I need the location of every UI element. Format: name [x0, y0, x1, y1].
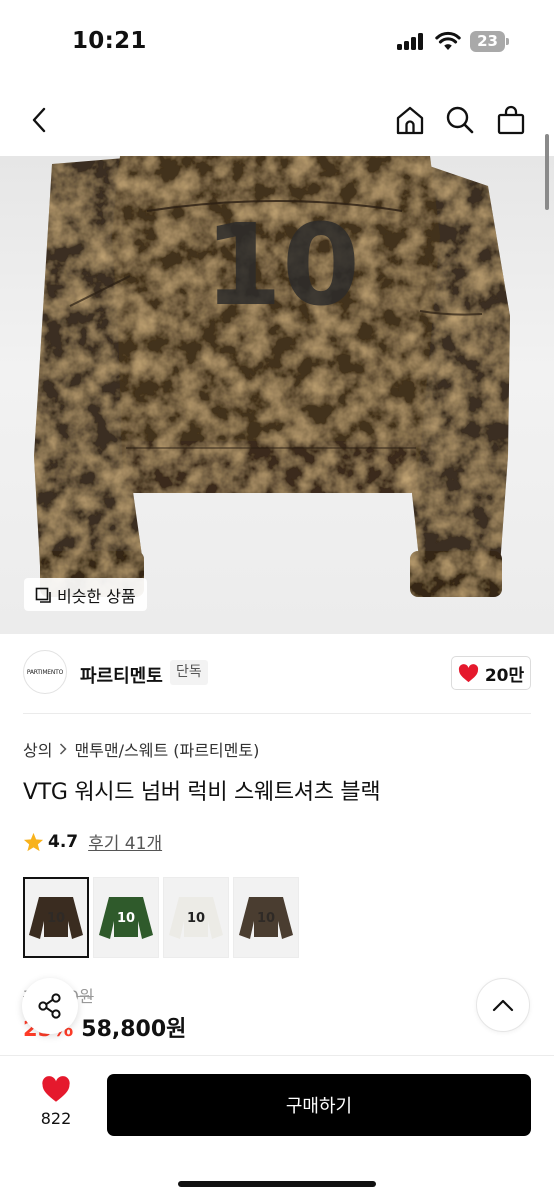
color-variant-white[interactable]: 10: [163, 877, 229, 958]
breadcrumb-item-category[interactable]: 상의: [23, 737, 52, 761]
status-time: 10:21: [72, 28, 147, 54]
brand-like-count: 20만: [484, 665, 525, 686]
rating-row: 4.7 후기 41개: [23, 829, 162, 854]
chevron-right-icon: [60, 743, 68, 755]
breadcrumb: 상의 맨투맨/스웨트 (파르티멘토): [23, 737, 259, 761]
wifi-icon: [435, 31, 461, 50]
color-variants: 10 10 10 10: [23, 877, 299, 958]
wishlist-button[interactable]: 822: [24, 1076, 88, 1136]
buy-button[interactable]: 구매하기: [107, 1074, 531, 1136]
svg-text:10: 10: [47, 911, 65, 926]
heart-filled-icon: [42, 1076, 70, 1102]
brand-row: PARTIMENTO 파르티멘토 단독 20만: [0, 640, 554, 712]
bottom-action-bar: 822 구매하기: [0, 1055, 554, 1200]
home-button[interactable]: [390, 100, 430, 140]
wishlist-count: 822: [40, 1109, 72, 1128]
search-button[interactable]: [440, 100, 480, 140]
home-indicator: [178, 1181, 376, 1187]
battery-icon: 23: [470, 31, 510, 52]
product-image[interactable]: 10: [0, 156, 554, 634]
shopping-bag-icon: [497, 105, 525, 135]
sweatshirt-thumbnail: 10: [29, 896, 83, 939]
sweatshirt-thumbnail: 10: [239, 896, 293, 939]
back-button[interactable]: [20, 100, 60, 140]
review-link[interactable]: 후기 41개: [88, 829, 162, 854]
scroll-indicator: [545, 134, 549, 210]
battery-level: 23: [477, 32, 498, 50]
brand-like-button[interactable]: 20만: [451, 656, 531, 690]
status-bar: 10:21 23: [0, 0, 554, 84]
sweatshirt-thumbnail: 10: [169, 896, 223, 939]
share-button[interactable]: [22, 978, 78, 1034]
cart-button[interactable]: [491, 100, 531, 140]
brand-logo[interactable]: PARTIMENTO: [23, 650, 67, 694]
home-icon: [396, 106, 424, 135]
back-icon: [32, 107, 46, 133]
svg-text:10: 10: [117, 911, 135, 926]
top-nav: [0, 90, 554, 152]
jersey-number: 10: [204, 201, 360, 331]
scroll-top-button[interactable]: [476, 978, 530, 1032]
color-variant-brown[interactable]: 10: [233, 877, 299, 958]
color-variant-green[interactable]: 10: [93, 877, 159, 958]
search-icon: [446, 106, 474, 134]
sale-price: 58,800원: [81, 1017, 187, 1042]
product-title: VTG 워시드 넘버 럭비 스웨트셔츠 블랙: [23, 780, 381, 805]
breadcrumb-item-subcategory[interactable]: 맨투맨/스웨트 (파르티멘토): [74, 737, 259, 761]
cellular-signal-icon: [397, 33, 427, 50]
sweatshirt-thumbnail: 10: [99, 896, 153, 939]
star-icon: [23, 832, 44, 851]
heart-icon: [458, 663, 478, 682]
sweatshirt-photo: 10: [34, 156, 510, 597]
similar-items-icon: [35, 587, 51, 603]
chevron-up-icon: [492, 999, 514, 1012]
exclusive-badge: 단독: [170, 660, 208, 685]
brand-name[interactable]: 파르티멘토: [80, 662, 163, 688]
svg-text:10: 10: [187, 911, 205, 926]
similar-products-button[interactable]: 비슷한 상품: [24, 578, 147, 611]
svg-text:10: 10: [257, 911, 275, 926]
share-icon: [38, 993, 61, 1019]
color-variant-black[interactable]: 10: [23, 877, 89, 958]
divider: [23, 713, 531, 714]
rating-value: 4.7: [48, 831, 79, 852]
similar-products-label: 비슷한 상품: [57, 586, 136, 606]
